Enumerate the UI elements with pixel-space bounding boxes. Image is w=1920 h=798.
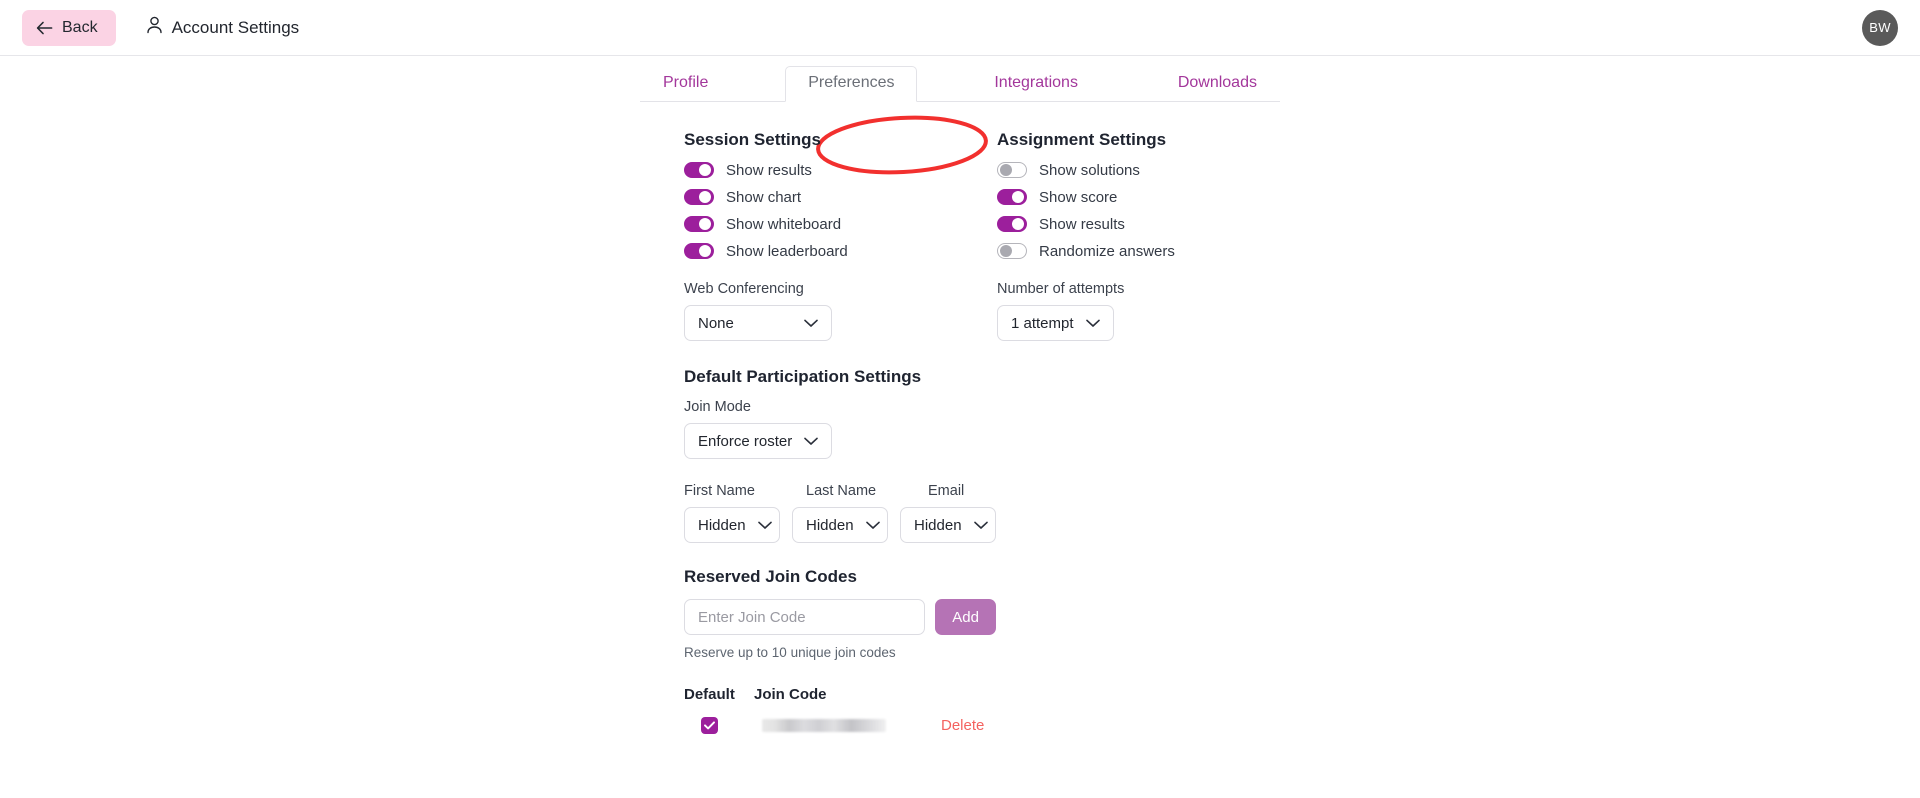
- chevron-down-icon: [804, 433, 819, 450]
- toggle-row-show-results-assignment[interactable]: Show results: [997, 216, 1317, 232]
- toggle-row-show-chart[interactable]: Show chart: [684, 189, 996, 205]
- number-of-attempts-select[interactable]: 1 attempt: [997, 305, 1114, 341]
- toggle-show-results-label: Show results: [726, 161, 812, 179]
- web-conferencing-select[interactable]: None: [684, 305, 832, 341]
- user-icon: [146, 16, 163, 39]
- add-join-code-button[interactable]: Add: [935, 599, 996, 635]
- chevron-down-icon: [865, 517, 880, 534]
- tab-integrations[interactable]: Integrations: [971, 66, 1101, 101]
- tab-preferences[interactable]: Preferences: [785, 66, 918, 102]
- join-codes-table-header: Default Join Code: [684, 686, 996, 703]
- toggle-show-results[interactable]: [684, 162, 714, 178]
- top-bar: Back Account Settings BW: [0, 0, 1920, 56]
- tab-profile[interactable]: Profile: [640, 66, 731, 101]
- email-visibility-value: Hidden: [914, 516, 962, 534]
- tabs-bar: Profile Preferences Integrations Downloa…: [0, 56, 1920, 175]
- number-of-attempts-label: Number of attempts: [997, 281, 1125, 297]
- name-visibility-headers: First Name Last Name Email: [684, 483, 996, 499]
- tab-list: Profile Preferences Integrations Downloa…: [640, 56, 1280, 102]
- toggle-show-leaderboard[interactable]: [684, 243, 714, 259]
- web-conferencing-label: Web Conferencing: [684, 281, 804, 297]
- reserved-join-codes-heading: Reserved Join Codes: [684, 567, 857, 586]
- back-button[interactable]: Back: [22, 9, 116, 46]
- tab-downloads[interactable]: Downloads: [1155, 66, 1280, 101]
- toggle-show-whiteboard-label: Show whiteboard: [726, 215, 842, 233]
- toggle-show-solutions-label: Show solutions: [1039, 161, 1140, 179]
- tab-profile-label: Profile: [663, 74, 709, 91]
- chevron-down-icon: [804, 315, 818, 332]
- toggle-randomize-answers-label: Randomize answers: [1039, 242, 1175, 260]
- last-name-visibility-select[interactable]: Hidden: [792, 507, 888, 543]
- toggle-row-show-whiteboard[interactable]: Show whiteboard: [684, 216, 996, 232]
- arrow-left-icon: [36, 21, 53, 35]
- participation-settings-heading: Default Participation Settings: [684, 367, 922, 386]
- chevron-down-icon: [1085, 315, 1100, 332]
- right-column: Assignment Settings Show solutions Show …: [997, 130, 1317, 341]
- left-column: Session Settings Show results Show chart…: [684, 130, 996, 734]
- avatar-initials: BW: [1869, 20, 1891, 35]
- default-checkbox[interactable]: [701, 717, 718, 734]
- page-title-text: Account Settings: [171, 17, 300, 37]
- last-name-visibility-value: Hidden: [806, 516, 854, 534]
- join-mode-select[interactable]: Enforce roster: [684, 423, 833, 459]
- table-row: Delete: [684, 717, 996, 734]
- toggle-row-randomize-answers[interactable]: Randomize answers: [997, 243, 1317, 259]
- first-name-visibility-select[interactable]: Hidden: [684, 507, 780, 543]
- name-visibility-selects: Hidden Hidden Hidden: [684, 507, 996, 543]
- tab-integrations-label: Integrations: [994, 74, 1078, 91]
- assignment-settings-heading: Assignment Settings: [997, 130, 1167, 149]
- back-button-label: Back: [62, 18, 98, 36]
- tab-downloads-label: Downloads: [1177, 74, 1257, 91]
- last-name-label: Last Name: [806, 483, 877, 499]
- number-of-attempts-value: 1 attempt: [1011, 314, 1074, 332]
- chevron-down-icon: [973, 517, 988, 534]
- toggle-show-score-label: Show score: [1039, 188, 1118, 206]
- first-name-visibility-value: Hidden: [698, 516, 746, 534]
- page-title: Account Settings: [146, 16, 300, 39]
- email-visibility-select[interactable]: Hidden: [900, 507, 996, 543]
- column-header-join-code: Join Code: [754, 686, 827, 703]
- email-label: Email: [928, 483, 965, 499]
- chevron-down-icon: [757, 517, 772, 534]
- first-name-label: First Name: [684, 483, 755, 499]
- toggle-show-solutions[interactable]: [997, 162, 1027, 178]
- web-conferencing-value: None: [698, 314, 734, 332]
- toggle-show-chart-label: Show chart: [726, 188, 802, 206]
- column-header-default: Default: [684, 686, 735, 703]
- toggle-row-show-score[interactable]: Show score: [997, 189, 1317, 205]
- toggle-row-show-results[interactable]: Show results: [684, 162, 996, 178]
- session-settings-heading: Session Settings: [684, 130, 821, 149]
- join-code-hint: Reserve up to 10 unique join codes: [684, 645, 896, 660]
- join-mode-value: Enforce roster: [698, 432, 793, 450]
- default-checkbox-cell: [684, 717, 754, 734]
- delete-join-code-link[interactable]: Delete: [941, 717, 984, 734]
- preferences-panel: Session Settings Show results Show chart…: [0, 102, 1920, 798]
- toggle-show-leaderboard-label: Show leaderboard: [726, 242, 848, 260]
- join-code-add-row: Add: [684, 599, 996, 635]
- toggle-show-results-assignment-label: Show results: [1039, 215, 1125, 233]
- tab-preferences-label: Preferences: [808, 74, 895, 91]
- join-code-input[interactable]: [684, 599, 926, 635]
- join-code-value-redacted: [762, 719, 886, 732]
- toggle-row-show-leaderboard[interactable]: Show leaderboard: [684, 243, 996, 259]
- toggle-show-score[interactable]: [997, 189, 1027, 205]
- toggle-show-chart[interactable]: [684, 189, 714, 205]
- toggle-show-results-assignment[interactable]: [997, 216, 1027, 232]
- join-mode-label: Join Mode: [684, 399, 751, 415]
- toggle-row-show-solutions[interactable]: Show solutions: [997, 162, 1317, 178]
- avatar[interactable]: BW: [1862, 9, 1898, 46]
- toggle-randomize-answers[interactable]: [997, 243, 1027, 259]
- toggle-show-whiteboard[interactable]: [684, 216, 714, 232]
